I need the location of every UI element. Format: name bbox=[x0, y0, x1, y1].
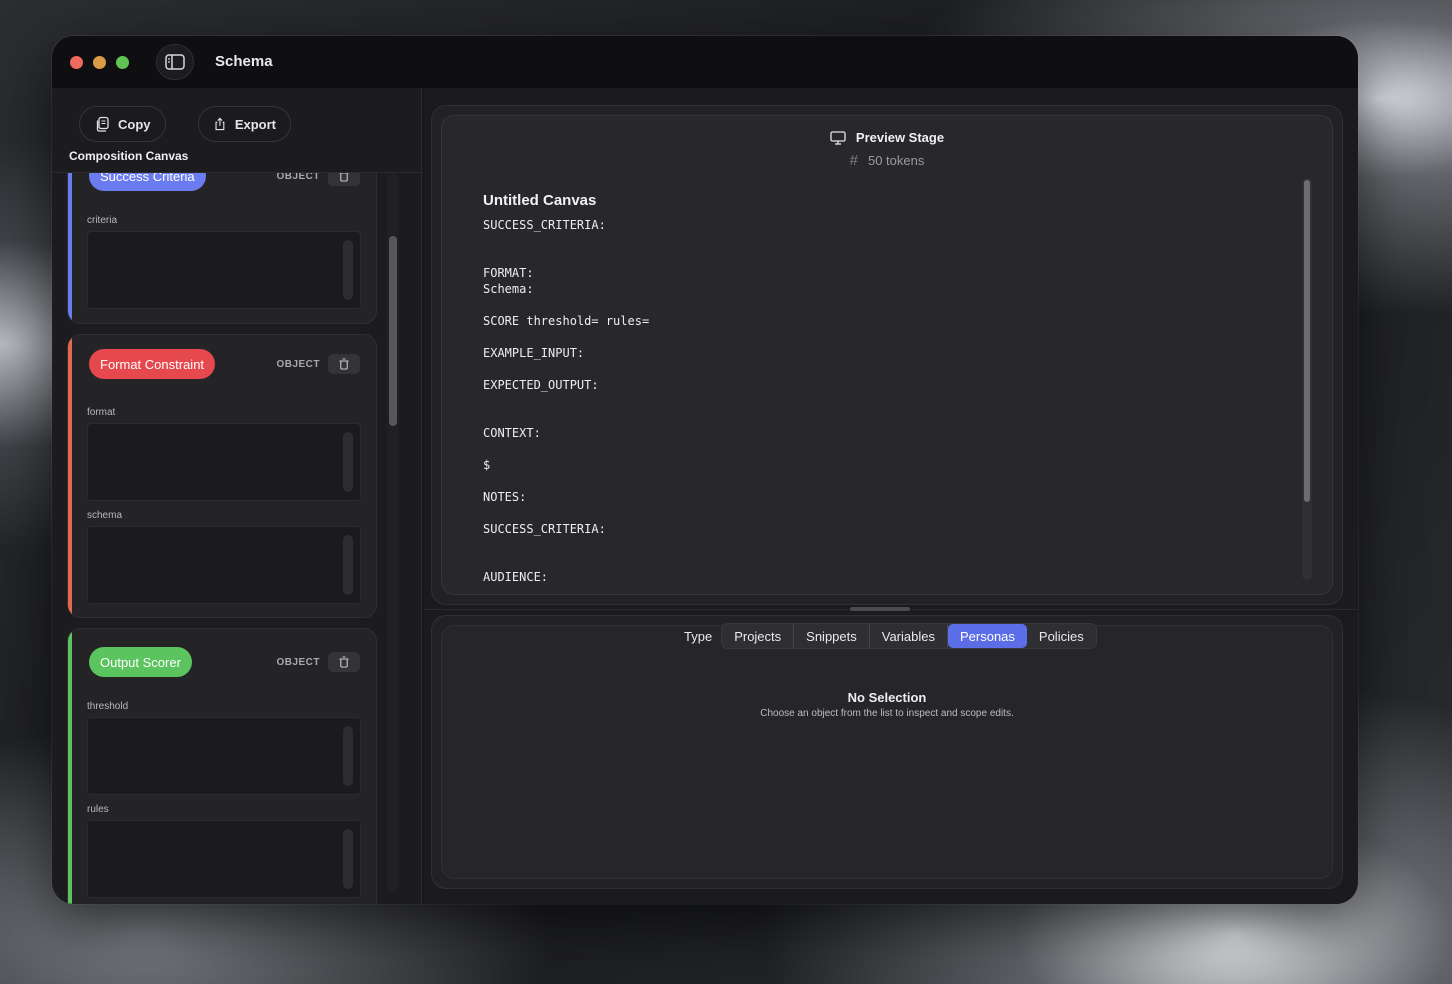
field-scrollbar[interactable] bbox=[343, 240, 353, 300]
canvas-card-list[interactable]: Success Criteria OBJECT criteria Format … bbox=[52, 173, 421, 904]
tab-policies[interactable]: Policies bbox=[1027, 624, 1096, 648]
trash-icon bbox=[339, 173, 349, 182]
field-scrollbar[interactable] bbox=[343, 829, 353, 889]
preview-line: $ bbox=[483, 458, 491, 472]
canvas-card[interactable]: Format Constraint OBJECT format schema bbox=[68, 335, 376, 617]
rules-field[interactable] bbox=[87, 820, 361, 898]
field-scrollbar[interactable] bbox=[343, 726, 353, 786]
preview-line: CONTEXT: bbox=[483, 426, 541, 440]
inspector-panel: Type Projects Snippets Variables Persona… bbox=[432, 616, 1342, 888]
threshold-field[interactable] bbox=[87, 717, 361, 795]
card-kind-label: OBJECT bbox=[276, 657, 320, 668]
preview-stage[interactable]: Preview Stage # 50 tokens Untitled Canva… bbox=[442, 116, 1332, 594]
card-accent-bar bbox=[68, 629, 72, 904]
preview-header: Preview Stage bbox=[442, 130, 1332, 145]
monitor-icon bbox=[830, 130, 846, 145]
inspector-tabbar: Type Projects Snippets Variables Persona… bbox=[674, 624, 1096, 648]
inspector-content: Type Projects Snippets Variables Persona… bbox=[442, 624, 1332, 878]
title-bar: Schema bbox=[52, 36, 1358, 88]
canvas-card[interactable]: Success Criteria OBJECT criteria bbox=[68, 173, 376, 323]
copy-icon bbox=[96, 116, 109, 132]
card-kind-label: OBJECT bbox=[276, 173, 320, 182]
share-icon bbox=[215, 117, 225, 131]
tab-variables[interactable]: Variables bbox=[870, 624, 948, 648]
tab-personas[interactable]: Personas bbox=[947, 624, 1027, 648]
preview-line: EXAMPLE_INPUT: bbox=[483, 346, 585, 360]
field-label-threshold: threshold bbox=[87, 701, 129, 712]
preview-line: SUCCESS_CRITERIA: bbox=[483, 218, 606, 232]
copy-button[interactable]: Copy bbox=[79, 106, 166, 142]
delete-card-button[interactable] bbox=[328, 354, 360, 374]
empty-state-title: No Selection bbox=[847, 690, 927, 705]
token-count-label: 50 tokens bbox=[867, 153, 925, 168]
app-window: Schema Copy Export Composition Canvas Su… bbox=[52, 36, 1358, 904]
canvas-scrollbar-thumb[interactable] bbox=[389, 236, 397, 426]
card-kind-label: OBJECT bbox=[276, 359, 320, 370]
sidebar-toggle-button[interactable] bbox=[156, 44, 194, 80]
format-field[interactable] bbox=[87, 423, 361, 501]
canvas-heading: Composition Canvas bbox=[69, 149, 189, 163]
preview-line: NOTES: bbox=[483, 490, 527, 504]
window-title: Schema bbox=[215, 53, 273, 70]
zoom-window-button[interactable] bbox=[116, 56, 129, 69]
copy-button-label: Copy bbox=[118, 116, 151, 132]
card-accent-bar bbox=[68, 335, 72, 617]
canvas-card[interactable]: Output Scorer OBJECT threshold rules bbox=[68, 629, 376, 904]
card-type-chip[interactable]: Format Constraint bbox=[89, 349, 216, 379]
preview-line: EXPECTED_OUTPUT: bbox=[483, 378, 599, 392]
delete-card-button[interactable] bbox=[328, 652, 360, 672]
trash-icon bbox=[339, 358, 349, 370]
inspector-segmented-control: Projects Snippets Variables Personas Pol… bbox=[722, 624, 1096, 648]
composition-sidebar: Copy Export Composition Canvas Success C… bbox=[52, 88, 422, 904]
preview-line: SCORE threshold= rules= bbox=[483, 314, 650, 328]
preview-line: FORMAT: bbox=[483, 266, 534, 280]
hash-icon: # bbox=[849, 152, 858, 169]
trash-icon bbox=[339, 656, 349, 668]
preview-line: AUDIENCE: bbox=[483, 570, 549, 584]
type-label: Type bbox=[684, 628, 713, 644]
token-count: # 50 tokens bbox=[442, 152, 1332, 169]
tab-snippets[interactable]: Snippets bbox=[794, 624, 870, 648]
card-type-chip[interactable]: Output Scorer bbox=[89, 647, 192, 677]
preview-scrollbar-thumb[interactable] bbox=[1304, 180, 1310, 502]
field-label-schema: schema bbox=[87, 510, 123, 521]
preview-line: Schema: bbox=[483, 282, 534, 296]
preview-title: Preview Stage bbox=[855, 130, 945, 145]
empty-state-subtitle: Choose an object from the list to inspec… bbox=[760, 708, 1014, 719]
criteria-field[interactable] bbox=[87, 231, 361, 309]
preview-panel: Preview Stage # 50 tokens Untitled Canva… bbox=[432, 106, 1342, 604]
split-resize-handle[interactable] bbox=[850, 607, 910, 611]
schema-field[interactable] bbox=[87, 526, 361, 604]
delete-card-button[interactable] bbox=[328, 173, 360, 186]
document-title: Untitled Canvas bbox=[483, 192, 597, 209]
export-button[interactable]: Export bbox=[198, 106, 291, 142]
close-window-button[interactable] bbox=[70, 56, 83, 69]
card-accent-bar bbox=[68, 173, 72, 323]
tab-projects[interactable]: Projects bbox=[722, 624, 795, 648]
field-label-rules: rules bbox=[87, 804, 109, 815]
sidebar-icon bbox=[165, 54, 185, 70]
field-label-criteria: criteria bbox=[87, 215, 118, 226]
card-type-chip[interactable]: Success Criteria bbox=[89, 173, 206, 191]
field-scrollbar[interactable] bbox=[343, 535, 353, 595]
field-scrollbar[interactable] bbox=[343, 432, 353, 492]
field-label-format: format bbox=[87, 407, 116, 418]
export-button-label: Export bbox=[234, 116, 276, 132]
main-pane: Preview Stage # 50 tokens Untitled Canva… bbox=[424, 88, 1358, 904]
preview-line: SUCCESS_CRITERIA: bbox=[483, 522, 606, 536]
minimize-window-button[interactable] bbox=[93, 56, 106, 69]
